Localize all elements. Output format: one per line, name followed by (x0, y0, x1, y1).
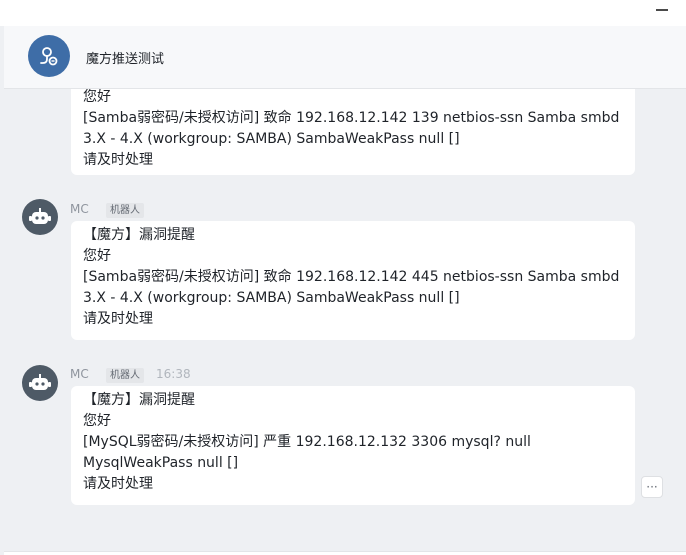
bot-badge: 机器人 (106, 368, 144, 383)
minimize-icon[interactable] (656, 9, 668, 11)
message-line: [MySQL弱密码/未授权访问] 严重 192.168.12.132 3306 … (83, 434, 531, 450)
chat-window: 魔方推送测试 您好 [Samba弱密码/未授权访问] 致命 192.168.12… (4, 26, 686, 555)
message-line: 请及时处理 (83, 152, 153, 168)
sender-name[interactable]: MC (70, 202, 89, 216)
input-area-edge (4, 551, 686, 555)
message-bubble[interactable]: 【魔方】漏洞提醒 您好 [MySQL弱密码/未授权访问] 严重 192.168.… (71, 386, 635, 505)
message-line: 您好 (83, 413, 111, 429)
message-line: 您好 (83, 248, 111, 264)
message-line: 【魔方】漏洞提醒 (83, 392, 195, 408)
robot-icon (29, 374, 51, 390)
message-line: 【魔方】漏洞提醒 (83, 227, 195, 243)
window-titlebar (0, 0, 686, 26)
message-bubble[interactable]: 您好 [Samba弱密码/未授权访问] 致命 192.168.12.142 13… (71, 89, 635, 175)
bot-badge: 机器人 (106, 203, 144, 218)
message-line: 3.X - 4.X (workgroup: SAMBA) SambaWeakPa… (83, 131, 460, 147)
message-timestamp: 16:38 (156, 367, 191, 381)
message-line: 请及时处理 (83, 476, 153, 492)
group-avatar[interactable] (28, 35, 70, 77)
robot-icon (29, 208, 51, 224)
bot-avatar[interactable] (22, 199, 58, 235)
message-line: 请及时处理 (83, 311, 153, 327)
message-line: [Samba弱密码/未授权访问] 致命 192.168.12.142 139 n… (83, 110, 620, 126)
message-line: [Samba弱密码/未授权访问] 致命 192.168.12.142 445 n… (83, 269, 620, 285)
message-line: MysqlWeakPass null [] (83, 455, 239, 471)
message-list[interactable]: 您好 [Samba弱密码/未授权访问] 致命 192.168.12.142 13… (4, 89, 686, 551)
more-icon: ··· (646, 480, 658, 494)
sender-name[interactable]: MC (70, 367, 89, 381)
chat-title: 魔方推送测试 (86, 52, 165, 67)
message-line: 您好 (83, 89, 111, 105)
message-bubble[interactable]: 【魔方】漏洞提醒 您好 [Samba弱密码/未授权访问] 致命 192.168.… (71, 221, 635, 340)
message-line: 3.X - 4.X (workgroup: SAMBA) SambaWeakPa… (83, 290, 460, 306)
more-actions-button[interactable]: ··· (641, 476, 663, 498)
group-link-icon (40, 47, 58, 66)
bot-avatar[interactable] (22, 365, 58, 401)
chat-header: 魔方推送测试 (4, 26, 686, 89)
